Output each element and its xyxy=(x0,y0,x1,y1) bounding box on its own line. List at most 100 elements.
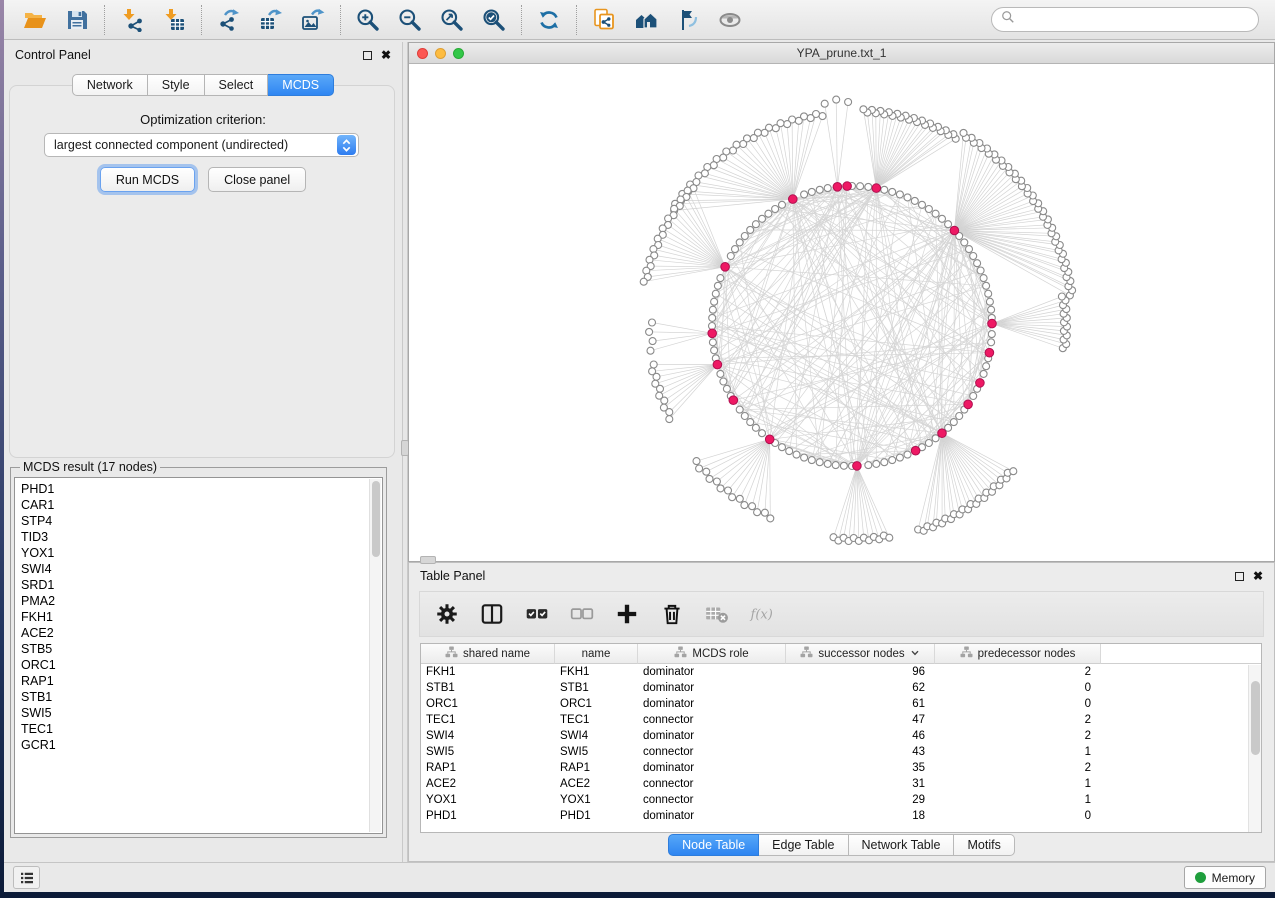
table-cell: YOX1 xyxy=(555,794,638,806)
column-header-successor-nodes[interactable]: successor nodes xyxy=(786,644,935,664)
table-row[interactable]: PHD1PHD1dominator180 xyxy=(421,808,1261,824)
toolbar-group xyxy=(104,5,201,35)
column-header-predecessor-nodes[interactable]: predecessor nodes xyxy=(935,644,1101,664)
search-input[interactable] xyxy=(1020,13,1249,27)
mcds-result-item[interactable]: PHD1 xyxy=(15,478,382,497)
mcds-result-item[interactable]: SWI5 xyxy=(15,705,382,721)
import-network-icon[interactable] xyxy=(118,6,146,34)
mcds-result-item[interactable]: PMA2 xyxy=(15,593,382,609)
refresh-network-icon[interactable] xyxy=(535,6,563,34)
open-file-icon[interactable] xyxy=(21,6,49,34)
mcds-result-item[interactable]: RAP1 xyxy=(15,673,382,689)
mcds-list-scrollbar[interactable] xyxy=(369,479,381,832)
mcds-result-item[interactable]: TEC1 xyxy=(15,721,382,737)
tab-node-table[interactable]: Node Table xyxy=(668,834,759,856)
mcds-result-item[interactable]: STP4 xyxy=(15,513,382,529)
column-layout-icon[interactable] xyxy=(479,601,505,627)
float-panel-icon[interactable] xyxy=(363,51,372,60)
show-hide-icon[interactable] xyxy=(716,6,744,34)
table-cell: 31 xyxy=(786,778,935,790)
table-cell: 47 xyxy=(786,714,935,726)
settings-gear-icon[interactable] xyxy=(434,601,460,627)
search-icon xyxy=(1001,10,1015,29)
table-row[interactable]: ACE2ACE2connector311 xyxy=(421,776,1261,792)
horizontal-split-handle[interactable] xyxy=(420,556,436,564)
table-cell: 0 xyxy=(935,682,1101,694)
tab-select[interactable]: Select xyxy=(205,74,269,96)
graphics-details-icon[interactable] xyxy=(674,6,702,34)
table-cell: 0 xyxy=(935,698,1101,710)
export-network-icon[interactable] xyxy=(215,6,243,34)
mcds-result-item[interactable]: YOX1 xyxy=(15,545,382,561)
deselect-all-icon[interactable] xyxy=(569,601,595,627)
table-scrollbar[interactable] xyxy=(1248,665,1261,832)
tab-motifs[interactable]: Motifs xyxy=(954,834,1014,856)
mcds-result-item[interactable]: SRD1 xyxy=(15,577,382,593)
table-cell: 61 xyxy=(786,698,935,710)
memory-button[interactable]: Memory xyxy=(1184,866,1266,889)
tab-network-table[interactable]: Network Table xyxy=(849,834,955,856)
table-row[interactable]: FKH1FKH1dominator962 xyxy=(421,664,1261,680)
select-all-icon[interactable] xyxy=(524,601,550,627)
zoom-fit-icon[interactable] xyxy=(438,6,466,34)
table-row[interactable]: STB1STB1dominator620 xyxy=(421,680,1261,696)
mcds-result-list[interactable]: PHD1CAR1STP4TID3YOX1SWI4SRD1PMA2FKH1ACE2… xyxy=(14,477,383,834)
tab-mcds[interactable]: MCDS xyxy=(268,74,334,96)
zoom-selected-icon[interactable] xyxy=(480,6,508,34)
zoom-out-icon[interactable] xyxy=(396,6,424,34)
zoom-in-icon[interactable] xyxy=(354,6,382,34)
mcds-result-item[interactable]: CAR1 xyxy=(15,497,382,513)
toolbar-group xyxy=(521,5,576,35)
export-image-icon[interactable] xyxy=(299,6,327,34)
tab-edge-table[interactable]: Edge Table xyxy=(759,834,848,856)
header-filler xyxy=(1101,644,1261,664)
network-graph[interactable] xyxy=(409,64,1274,561)
table-cell: 62 xyxy=(786,682,935,694)
table-cell: 2 xyxy=(935,666,1101,678)
table-row[interactable]: RAP1RAP1dominator352 xyxy=(421,760,1261,776)
mcds-result-item[interactable]: GCR1 xyxy=(15,737,382,753)
optimization-criterion-select[interactable]: largest connected component (undirected) xyxy=(44,133,359,157)
mcds-result-item[interactable]: STB1 xyxy=(15,689,382,705)
mcds-result-item[interactable]: TID3 xyxy=(15,529,382,545)
table-row[interactable]: YOX1YOX1connector291 xyxy=(421,792,1261,808)
mcds-list-scrollbar-thumb[interactable] xyxy=(372,481,380,557)
column-header-name[interactable]: name xyxy=(555,644,638,664)
home-icon[interactable] xyxy=(632,6,660,34)
mcds-result-item[interactable]: SWI4 xyxy=(15,561,382,577)
export-table-icon[interactable] xyxy=(257,6,285,34)
table-cell: 1 xyxy=(935,794,1101,806)
close-panel-button[interactable]: Close panel xyxy=(208,167,306,192)
mcds-result-item[interactable]: STB5 xyxy=(15,641,382,657)
column-header-MCDS-role[interactable]: MCDS role xyxy=(638,644,786,664)
close-panel-icon[interactable]: ✖ xyxy=(381,49,391,61)
node-table[interactable]: shared namenameMCDS rolesuccessor nodesp… xyxy=(420,643,1262,833)
table-row[interactable]: SWI5SWI5connector431 xyxy=(421,744,1261,760)
run-mcds-button[interactable]: Run MCDS xyxy=(100,167,195,192)
table-cell: 2 xyxy=(935,714,1101,726)
close-table-panel-icon[interactable]: ✖ xyxy=(1253,570,1263,582)
tab-network[interactable]: Network xyxy=(72,74,148,96)
task-history-button[interactable] xyxy=(13,866,40,889)
add-column-icon[interactable] xyxy=(614,601,640,627)
list-icon xyxy=(18,869,36,887)
mcds-result-item[interactable]: FKH1 xyxy=(15,609,382,625)
save-session-icon[interactable] xyxy=(63,6,91,34)
table-row[interactable]: SWI4SWI4dominator462 xyxy=(421,728,1261,744)
table-row[interactable]: ORC1ORC1dominator610 xyxy=(421,696,1261,712)
table-panel: Table Panel ✖ f(x) shared namenameMCDS r… xyxy=(408,562,1275,862)
float-table-panel-icon[interactable] xyxy=(1235,572,1244,581)
column-header-shared-name[interactable]: shared name xyxy=(421,644,555,664)
search-field[interactable] xyxy=(991,7,1259,32)
network-canvas[interactable] xyxy=(409,64,1274,561)
criterion-selected-value: largest connected component (undirected) xyxy=(54,138,288,152)
table-row[interactable]: TEC1TEC1connector472 xyxy=(421,712,1261,728)
table-cell: ACE2 xyxy=(555,778,638,790)
table-scrollbar-thumb[interactable] xyxy=(1251,681,1260,755)
open-in-web-icon[interactable] xyxy=(590,6,618,34)
mcds-result-item[interactable]: ORC1 xyxy=(15,657,382,673)
mcds-result-item[interactable]: ACE2 xyxy=(15,625,382,641)
import-table-icon[interactable] xyxy=(160,6,188,34)
tab-style[interactable]: Style xyxy=(148,74,205,96)
delete-column-icon[interactable] xyxy=(659,601,685,627)
